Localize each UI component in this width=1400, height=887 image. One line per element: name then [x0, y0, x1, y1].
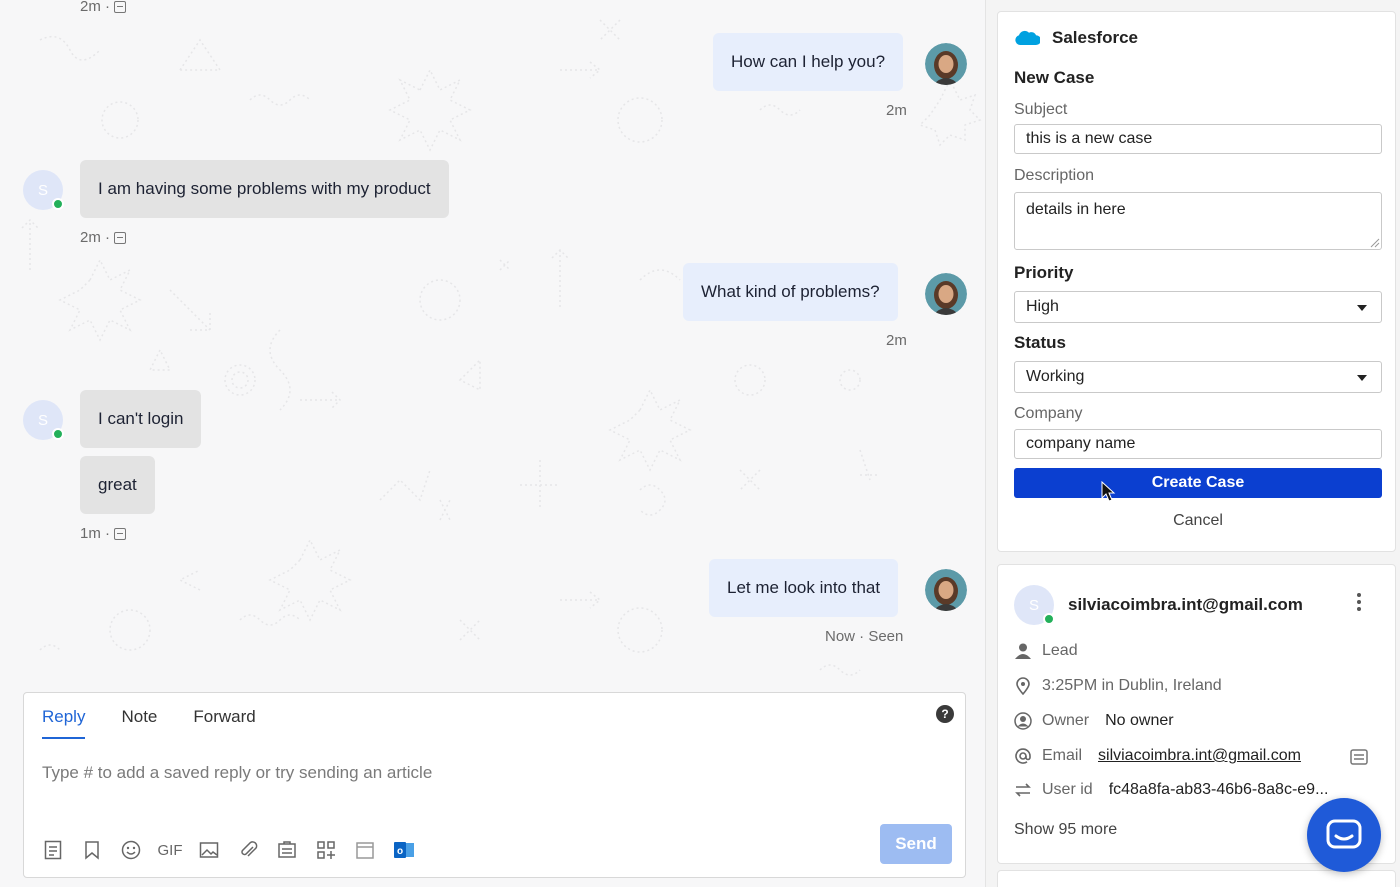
chevron-down-icon [1357, 375, 1367, 381]
ticket-icon [114, 527, 126, 540]
bookmark-icon[interactable] [79, 837, 105, 863]
salesforce-logo-icon [1015, 30, 1040, 45]
message-bubble: What kind of problems? [683, 263, 898, 321]
calendar-icon[interactable] [352, 837, 378, 863]
copy-email-icon[interactable] [1350, 749, 1368, 765]
tab-forward[interactable]: Forward [193, 707, 255, 739]
reply-composer: Reply Note Forward ? GIF [23, 692, 966, 878]
agent-avatar [925, 43, 967, 85]
attribute-owner: Owner No owner [1014, 712, 1174, 730]
description-label: Description [1014, 167, 1095, 184]
message-time: 2m [886, 332, 907, 349]
svg-text:o: o [397, 846, 403, 857]
agent-photo-icon [925, 273, 967, 315]
chevron-down-icon [1357, 305, 1367, 311]
online-status-dot [1043, 613, 1055, 625]
message-bubble: I can't login [80, 390, 202, 448]
message-meta: 1m · [80, 525, 126, 542]
company-label: Company [1014, 405, 1083, 422]
subject-label: Subject [1014, 101, 1068, 118]
composer-tabs: Reply Note Forward [42, 707, 256, 739]
message-status: Now · Seen [825, 628, 904, 645]
reply-input[interactable] [42, 763, 922, 783]
description-field[interactable]: details in here [1014, 192, 1382, 250]
more-options-icon[interactable] [1357, 593, 1361, 611]
resize-grip-icon[interactable] [1370, 238, 1380, 248]
next-card [997, 870, 1396, 887]
messenger-icon [1326, 819, 1362, 849]
message-bubble: How can I help you? [713, 33, 904, 91]
company-field[interactable] [1014, 429, 1382, 459]
user-avatar: S [23, 170, 64, 210]
salesforce-title: Salesforce [1052, 28, 1138, 47]
message-bubble: I am having some problems with my produc… [80, 160, 449, 218]
attribute-role: Lead [1014, 642, 1078, 660]
form-title: New Case [1014, 68, 1095, 87]
articles-icon[interactable] [40, 837, 66, 863]
inbox-app-icon[interactable] [274, 837, 300, 863]
ticket-icon [114, 231, 126, 244]
agent-avatar [925, 569, 967, 611]
message-user: great [80, 456, 155, 514]
apps-icon[interactable] [313, 837, 339, 863]
emoji-icon[interactable] [118, 837, 144, 863]
message-meta: 2m · [80, 229, 126, 246]
gif-icon[interactable]: GIF [157, 837, 183, 863]
show-more-link[interactable]: Show 95 more [1014, 821, 1117, 839]
subject-field[interactable] [1014, 124, 1382, 154]
cancel-button[interactable]: Cancel [1014, 512, 1382, 536]
attribute-location: 3:25PM in Dublin, Ireland [1014, 677, 1222, 695]
message-bubble: Let me look into that [709, 559, 899, 617]
status-label: Status [1014, 333, 1066, 352]
mouse-cursor-icon [1101, 481, 1116, 502]
swap-arrows-icon [1014, 781, 1032, 799]
salesforce-card: Salesforce New Case Subject Description … [997, 11, 1396, 552]
message-agent: What kind of problems? [683, 263, 898, 321]
tab-reply[interactable]: Reply [42, 707, 86, 739]
image-icon[interactable] [196, 837, 222, 863]
outlook-icon[interactable]: o [391, 837, 417, 863]
contact-header: S silviacoimbra.int@gmail.com [1014, 585, 1303, 625]
online-status-dot [52, 428, 64, 440]
message-bubble: great [80, 456, 155, 514]
right-sidebar: Salesforce New Case Subject Description … [985, 0, 1400, 887]
attribute-email: Email silviacoimbra.int@gmail.com [1014, 747, 1301, 765]
message-agent: How can I help you? [713, 33, 904, 91]
at-sign-icon [1014, 747, 1032, 765]
composer-toolbar: GIF o [40, 837, 417, 863]
salesforce-header: Salesforce [1014, 28, 1138, 48]
agent-photo-icon [925, 569, 967, 611]
user-avatar: S [23, 400, 64, 440]
message-meta: 2m · [80, 0, 126, 15]
location-pin-icon [1014, 677, 1032, 695]
agent-avatar [925, 273, 967, 315]
message-user: I can't login [80, 390, 202, 448]
owner-icon [1014, 712, 1032, 730]
priority-label: Priority [1014, 263, 1074, 282]
ticket-icon [114, 0, 126, 13]
agent-photo-icon [925, 43, 967, 85]
message-user: I am having some problems with my produc… [80, 160, 449, 218]
email-link[interactable]: silviacoimbra.int@gmail.com [1098, 747, 1301, 765]
conversation-pane: 2m · How can I help you? 2m S I am havin… [0, 0, 985, 887]
priority-select[interactable]: High [1014, 291, 1382, 323]
status-select[interactable]: Working [1014, 361, 1382, 393]
attachment-icon[interactable] [235, 837, 261, 863]
messenger-launcher-button[interactable] [1307, 798, 1381, 872]
message-time: 2m [886, 102, 907, 119]
create-case-button[interactable]: Create Case [1014, 468, 1382, 498]
contact-name[interactable]: silviacoimbra.int@gmail.com [1068, 595, 1303, 615]
message-agent: Let me look into that [709, 559, 899, 617]
help-icon[interactable]: ? [936, 705, 954, 723]
online-status-dot [52, 198, 64, 210]
attribute-user-id: User id fc48a8fa-ab83-46b6-8a8c-e9... [1014, 781, 1328, 799]
contact-avatar: S [1014, 585, 1055, 625]
send-button[interactable]: Send [880, 824, 952, 864]
person-icon [1014, 642, 1032, 660]
tab-note[interactable]: Note [121, 707, 157, 739]
